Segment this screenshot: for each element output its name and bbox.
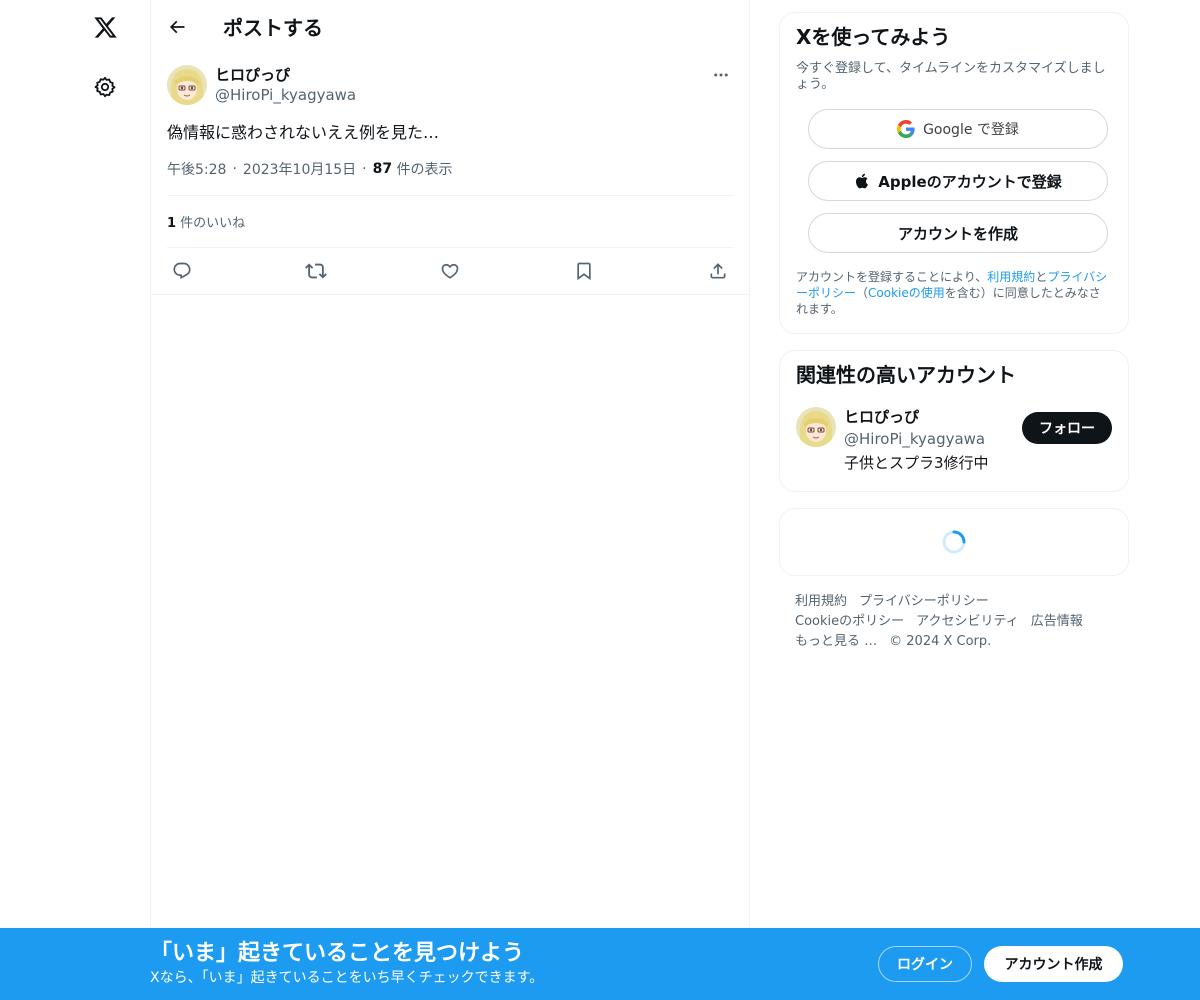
terms-paren: （ xyxy=(856,286,869,300)
bottom-bar-subtitle: Xなら、「いま」起きていることをいち早くチェックできます。 xyxy=(150,970,544,986)
share-icon[interactable] xyxy=(707,260,729,282)
related-account-info: ヒロぴっぴ @HiroPi_kyagyawa 子供とスプラ3修行中 xyxy=(844,407,989,475)
separator-dot: · xyxy=(362,161,367,177)
bottom-signup-bar: 「いま」起きていることを見つけよう Xなら、「いま」起きていることをいち早くチェ… xyxy=(0,928,1200,1000)
signup-button[interactable]: アカウント作成 xyxy=(984,946,1123,982)
footer-terms-link[interactable]: 利用規約 xyxy=(795,594,847,609)
footer-ads-link[interactable]: 広告情報 xyxy=(1031,614,1083,629)
loading-card xyxy=(779,508,1129,576)
post: ヒロぴっぴ @HiroPi_kyagyawa 偽情報に惑わされないええ例を見た…… xyxy=(151,53,749,295)
apple-icon xyxy=(854,172,870,190)
terms-and: と xyxy=(1035,270,1048,284)
likes-label: 件のいいね xyxy=(176,216,246,231)
x-logo-icon[interactable] xyxy=(89,11,121,43)
avatar[interactable] xyxy=(796,407,836,447)
post-actions xyxy=(151,248,749,295)
signup-card: Xを使ってみよう 今すぐ登録して、タイムラインをカスタマイズしましょう。 Goo… xyxy=(779,12,1129,334)
related-account-handle[interactable]: @HiroPi_kyagyawa xyxy=(844,427,989,451)
arrow-left-icon[interactable] xyxy=(167,17,187,37)
repost-icon[interactable] xyxy=(305,260,327,282)
page-header: ポストする xyxy=(151,0,749,53)
google-icon xyxy=(897,120,915,138)
related-accounts-card: 関連性の高いアカウント ヒロぴっぴ @HiroPi_kyagyawa 子供とスプ… xyxy=(779,350,1129,492)
page-title: ポストする xyxy=(223,16,323,40)
related-account-row[interactable]: ヒロぴっぴ @HiroPi_kyagyawa 子供とスプラ3修行中 フォロー xyxy=(796,407,1112,475)
signup-title: Xを使ってみよう xyxy=(796,25,951,49)
likes-row[interactable]: 1 件のいいね xyxy=(167,196,733,248)
author-name[interactable]: ヒロぴっぴ xyxy=(215,65,356,85)
cookie-link[interactable]: Cookieの使用 xyxy=(868,286,945,300)
more-options-icon[interactable] xyxy=(709,65,733,85)
views-label: 件の表示 xyxy=(392,162,453,178)
terms-text: アカウントを登録することにより、利用規約とプライバシーポリシー（Cookieの使… xyxy=(796,269,1112,317)
create-account-label: アカウントを作成 xyxy=(897,224,1018,243)
terms-prefix: アカウントを登録することにより、 xyxy=(796,270,988,284)
post-author-row: ヒロぴっぴ @HiroPi_kyagyawa xyxy=(167,65,733,105)
likes-count: 1 xyxy=(167,216,177,231)
avatar[interactable] xyxy=(167,65,207,105)
follow-button[interactable]: フォロー xyxy=(1022,412,1112,444)
footer-privacy-link[interactable]: プライバシーポリシー xyxy=(859,594,989,609)
footer-links: 利用規約 プライバシーポリシー Cookieのポリシー アクセシビリティ 広告情報 も… xyxy=(779,592,1129,652)
left-nav xyxy=(0,0,150,1000)
google-signup-button[interactable]: Google で登録 xyxy=(808,109,1108,149)
author-handle[interactable]: @HiroPi_kyagyawa xyxy=(215,85,356,105)
bottom-bar-title: 「いま」起きていることを見つけよう xyxy=(150,941,525,966)
apple-signup-label: Appleのアカウントで登録 xyxy=(878,172,1062,191)
login-button[interactable]: ログイン xyxy=(878,946,972,982)
signup-subtitle: 今すぐ登録して、タイムラインをカスタマイズしましょう。 xyxy=(796,61,1106,92)
gear-icon[interactable] xyxy=(89,71,121,103)
post-time[interactable]: 午後5:28 xyxy=(167,159,226,179)
footer-more-link[interactable]: もっと見る … xyxy=(795,634,877,649)
create-account-button[interactable]: アカウントを作成 xyxy=(808,213,1108,253)
reply-icon[interactable] xyxy=(171,260,193,282)
separator-dot: · xyxy=(232,161,237,177)
related-account-name[interactable]: ヒロぴっぴ xyxy=(844,407,989,427)
views-count: 87 xyxy=(372,161,393,177)
bookmark-icon[interactable] xyxy=(573,260,595,282)
post-date[interactable]: 2023年10月15日 xyxy=(243,159,356,179)
footer-accessibility-link[interactable]: アクセシビリティ xyxy=(916,614,1019,629)
footer-cookie-link[interactable]: Cookieのポリシー xyxy=(795,614,904,629)
loading-spinner-icon xyxy=(942,530,966,554)
main-column: ポストする ヒロぴっぴ @HiroPi_kyagyawa 偽情報に惑わされないえ… xyxy=(150,0,750,1000)
right-sidebar: Xを使ってみよう 今すぐ登録して、タイムラインをカスタマイズしましょう。 Goo… xyxy=(779,12,1129,652)
post-meta: 午後5:28 · 2023年10月15日 · 87 件の表示 xyxy=(167,159,733,196)
terms-link[interactable]: 利用規約 xyxy=(987,270,1035,284)
apple-signup-button[interactable]: Appleのアカウントで登録 xyxy=(808,161,1108,201)
related-account-bio: 子供とスプラ3修行中 xyxy=(844,454,989,472)
related-title: 関連性の高いアカウント xyxy=(796,363,1016,387)
footer-copyright: © 2024 X Corp. xyxy=(889,634,992,649)
like-icon[interactable] xyxy=(439,260,461,282)
post-text: 偽情報に惑わされないええ例を見た… xyxy=(167,123,440,142)
author-info: ヒロぴっぴ @HiroPi_kyagyawa xyxy=(215,65,356,105)
google-signup-label: Google で登録 xyxy=(923,122,1019,138)
